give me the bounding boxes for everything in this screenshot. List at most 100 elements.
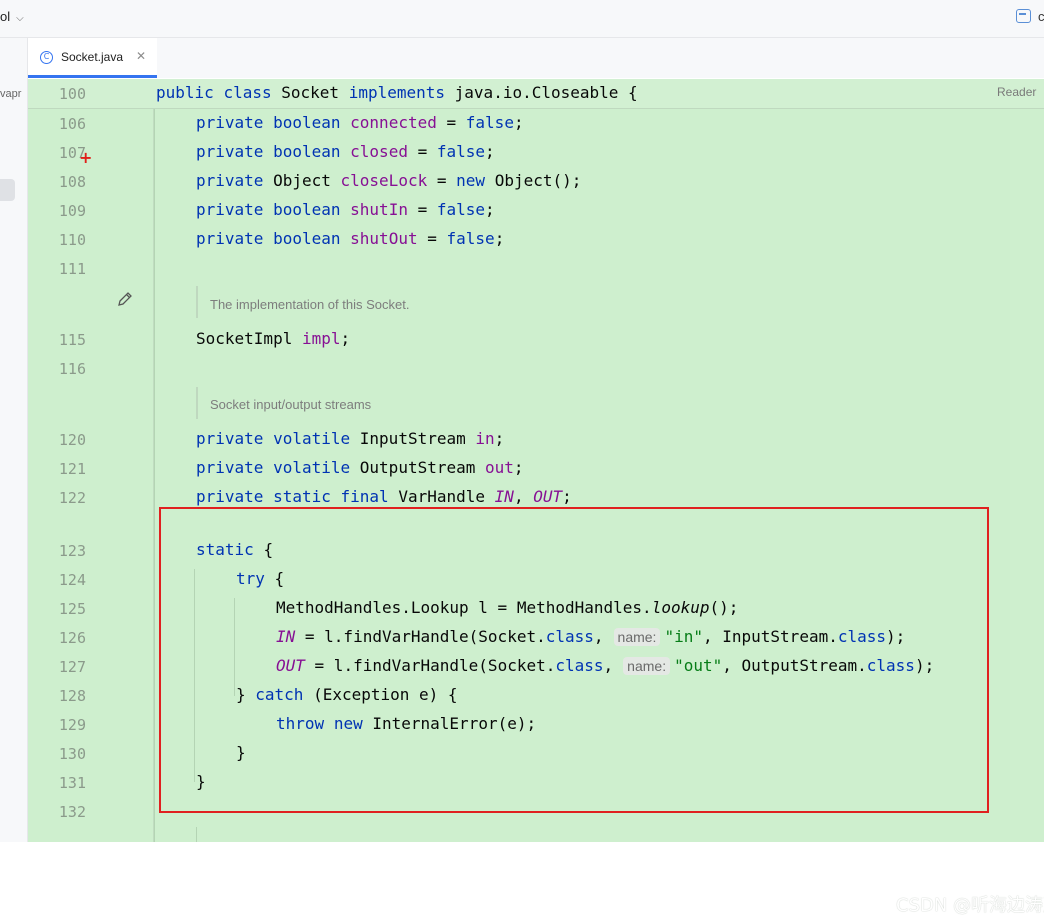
token: OutputStream <box>359 458 476 477</box>
indent-guide <box>196 827 197 842</box>
token: closed <box>350 142 408 161</box>
token: shutOut <box>350 229 418 248</box>
token: private <box>196 229 264 248</box>
token: , <box>513 487 524 506</box>
tab-socket-java[interactable]: C Socket.java ✕ <box>28 38 157 78</box>
token: implements <box>348 83 446 102</box>
watermark: CSDN @听海边涛声 <box>896 895 1044 916</box>
pencil-icon[interactable] <box>116 290 134 308</box>
token: ; <box>562 487 572 506</box>
topbar-right-label[interactable]: c <box>1038 9 1044 24</box>
plus-icon[interactable]: + <box>79 150 92 166</box>
line-number: 115 <box>58 331 86 349</box>
line-number: 129 <box>58 716 86 734</box>
project-label: ol <box>0 9 11 24</box>
token: java.io.Closeable { <box>454 83 638 102</box>
token: false <box>436 142 486 161</box>
token: final <box>340 487 389 506</box>
line-number: 132 <box>58 803 86 821</box>
line-number: 125 <box>58 600 86 618</box>
line-number: 100 <box>58 85 86 103</box>
token: private <box>196 171 264 190</box>
token: ; <box>494 229 505 248</box>
code-line-122: private static final VarHandle IN, OUT; <box>196 486 572 508</box>
code-line-107: private boolean closed = false; <box>196 141 495 163</box>
token: impl <box>301 329 341 348</box>
token: ; <box>485 200 495 219</box>
indent-guide <box>154 109 155 842</box>
doc-comment: Socket input/output streams <box>210 397 372 412</box>
token: connected <box>350 113 437 132</box>
token: InputStream <box>359 429 466 448</box>
editor-tab-bar: C Socket.java ✕ <box>28 38 1044 78</box>
chevron-down-icon: ⌵ <box>16 13 24 24</box>
token: = <box>417 200 428 219</box>
token: Object <box>273 171 331 190</box>
line-number: 127 <box>58 658 86 676</box>
tab-label: Socket.java <box>61 50 124 64</box>
token: private <box>196 142 264 161</box>
token: new <box>456 171 486 190</box>
token: = <box>427 229 437 248</box>
token: private <box>196 200 264 219</box>
token: boolean <box>273 113 341 132</box>
token: out <box>485 458 514 477</box>
token: boolean <box>273 200 341 219</box>
token: private <box>196 429 264 448</box>
token: static <box>273 487 331 506</box>
token: = <box>446 113 457 132</box>
line-number: 128 <box>58 687 86 705</box>
doc-comment-bar <box>196 387 198 419</box>
highlight-box <box>159 507 989 813</box>
project-tree-selection[interactable] <box>0 179 15 201</box>
java-class-icon: C <box>40 51 53 64</box>
close-icon[interactable]: ✕ <box>136 49 146 63</box>
token: OUT <box>533 487 563 506</box>
code-line-120: private volatile InputStream in; <box>196 428 504 450</box>
line-number: 122 <box>58 489 86 507</box>
token: SocketImpl <box>196 329 293 348</box>
token: in <box>475 429 495 448</box>
project-selector[interactable]: ol ⌵ <box>0 9 24 24</box>
code-line-106: private boolean connected = false; <box>196 112 524 134</box>
token: private <box>196 458 264 477</box>
line-number: 111 <box>58 260 86 278</box>
code-line-109: private boolean shutIn = false; <box>196 199 495 221</box>
token: private <box>196 113 264 132</box>
token: ; <box>485 142 495 161</box>
line-number: 107 <box>58 144 86 162</box>
project-panel: vapr <box>0 38 28 842</box>
doc-comment-bar <box>196 286 198 318</box>
token: shutIn <box>350 200 408 219</box>
line-number: 130 <box>58 745 86 763</box>
reader-mode-button[interactable]: Reader <box>997 85 1036 99</box>
code-line-110: private boolean shutOut = false; <box>196 228 504 250</box>
top-toolbar: ol ⌵ c <box>0 0 1044 38</box>
window-icon[interactable] <box>1016 9 1031 23</box>
code-line-108: private Object closeLock = new Object(); <box>196 170 581 192</box>
token: IN <box>494 487 514 506</box>
line-number: 123 <box>58 542 86 560</box>
token: Socket <box>281 83 340 102</box>
project-tree-item[interactable]: vapr <box>0 88 21 100</box>
token: ; <box>340 329 351 348</box>
token: boolean <box>273 229 341 248</box>
line-number: 124 <box>58 571 86 589</box>
token: = <box>417 142 428 161</box>
line-number: 121 <box>58 460 86 478</box>
token: false <box>446 229 495 248</box>
active-tab-indicator <box>28 75 157 78</box>
token: Object(); <box>494 171 582 190</box>
line-number: 110 <box>58 231 86 249</box>
line-number: 120 <box>58 431 86 449</box>
code-line-115: SocketImpl impl; <box>196 328 350 350</box>
line-number: 108 <box>58 173 86 191</box>
token: ; <box>513 113 524 132</box>
line-number: 116 <box>58 360 86 378</box>
code-editor[interactable]: Reader 100 106 107 108 109 110 111 115 1… <box>28 79 1044 916</box>
token: = <box>436 171 447 190</box>
token: false <box>436 200 486 219</box>
token: ; <box>494 429 505 448</box>
token: private <box>196 487 264 506</box>
token: volatile <box>273 429 351 448</box>
